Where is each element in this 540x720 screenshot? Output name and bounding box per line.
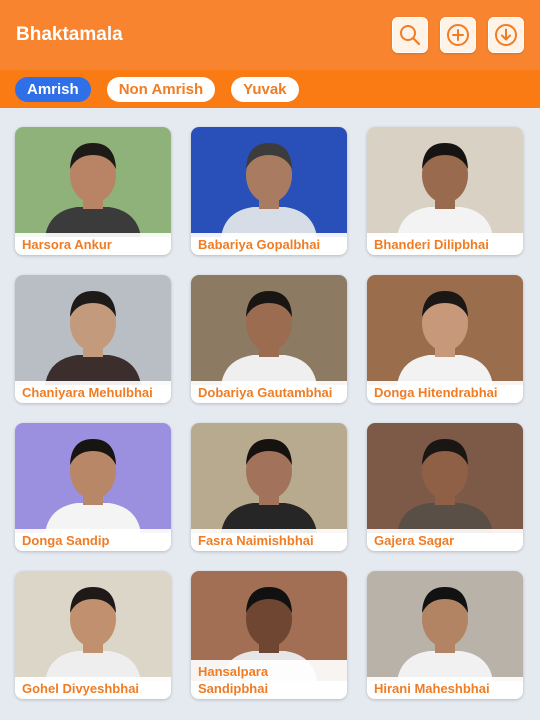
tab-yuvak[interactable]: Yuvak — [231, 76, 299, 102]
member-card[interactable]: Donga Hitendrabhai — [367, 275, 523, 403]
portrait-image — [15, 127, 171, 237]
member-card[interactable]: Hirani Maheshbhai — [367, 571, 523, 699]
search-icon — [400, 25, 421, 46]
app-title: Bhaktamala — [16, 24, 123, 45]
portrait-image — [367, 423, 523, 533]
member-card[interactable]: Donga Sandip — [15, 423, 171, 551]
member-photo — [367, 127, 523, 237]
member-card[interactable]: Gajera Sagar — [367, 423, 523, 551]
portrait-image — [15, 423, 171, 533]
add-circle-icon — [447, 24, 469, 46]
member-photo — [367, 275, 523, 385]
member-card[interactable]: Bhanderi Dilipbhai — [367, 127, 523, 255]
member-name: Fasra Naimishbhai — [191, 529, 347, 551]
member-card[interactable]: Hansalpara Sandipbhai — [191, 571, 347, 699]
member-card[interactable]: Gohel Divyeshbhai — [15, 571, 171, 699]
category-tabs: Amrish Non Amrish Yuvak — [0, 70, 540, 108]
tab-non-amrish[interactable]: Non Amrish — [106, 76, 216, 102]
app-bar: Bhaktamala — [0, 0, 540, 70]
portrait-image — [191, 275, 347, 385]
member-name: Gohel Divyeshbhai — [15, 677, 171, 699]
member-photo — [191, 127, 347, 237]
member-card[interactable]: Dobariya Gautambhai — [191, 275, 347, 403]
member-photo — [191, 275, 347, 385]
member-photo — [367, 423, 523, 533]
member-card[interactable]: Babariya Gopalbhai — [191, 127, 347, 255]
member-photo — [191, 423, 347, 533]
member-name: Hansalpara Sandipbhai — [191, 660, 347, 699]
member-photo — [15, 275, 171, 385]
member-card[interactable]: Fasra Naimishbhai — [191, 423, 347, 551]
member-photo — [15, 127, 171, 237]
portrait-image — [191, 423, 347, 533]
member-name: Dobariya Gautambhai — [191, 381, 347, 403]
member-name: Bhanderi Dilipbhai — [367, 233, 523, 255]
member-grid: Harsora Ankur Babariya Gopalbhai Bhanderi … — [15, 127, 525, 699]
member-photo — [15, 571, 171, 681]
app-bar-actions — [392, 17, 524, 53]
member-name: Chaniyara Mehulbhai — [15, 381, 171, 403]
search-button[interactable] — [392, 17, 428, 53]
member-name: Hirani Maheshbhai — [367, 677, 523, 699]
member-name: Babariya Gopalbhai — [191, 233, 347, 255]
member-photo — [367, 571, 523, 681]
member-name: Gajera Sagar — [367, 529, 523, 551]
member-card[interactable]: Harsora Ankur — [15, 127, 171, 255]
portrait-image — [367, 571, 523, 681]
portrait-image — [367, 275, 523, 385]
portrait-image — [15, 571, 171, 681]
member-name: Donga Hitendrabhai — [367, 381, 523, 403]
member-name: Donga Sandip — [15, 529, 171, 551]
tab-amrish[interactable]: Amrish — [15, 76, 91, 102]
portrait-image — [15, 275, 171, 385]
portrait-image — [367, 127, 523, 237]
member-name: Harsora Ankur — [15, 233, 171, 255]
download-button[interactable] — [488, 17, 524, 53]
download-circle-icon — [495, 24, 517, 46]
member-card[interactable]: Chaniyara Mehulbhai — [15, 275, 171, 403]
add-button[interactable] — [440, 17, 476, 53]
member-photo — [15, 423, 171, 533]
portrait-image — [191, 127, 347, 237]
